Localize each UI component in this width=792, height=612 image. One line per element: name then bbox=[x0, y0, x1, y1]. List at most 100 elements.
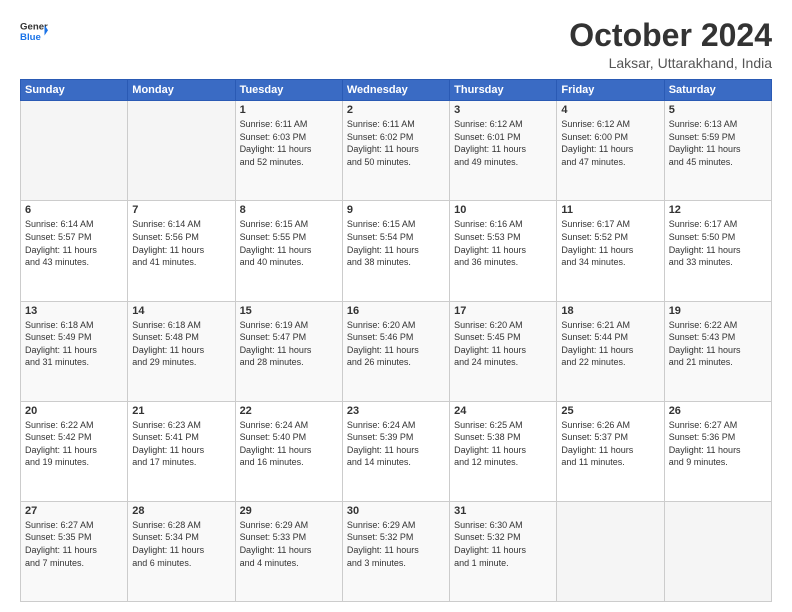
day-number: 3 bbox=[454, 104, 552, 116]
table-row: 15 Sunrise: 6:19 AM Sunset: 5:47 PM Dayli… bbox=[235, 301, 342, 401]
table-row: 20Sunrise: 6:22 AM Sunset: 5:42 PM Dayli… bbox=[21, 401, 128, 501]
svg-text:Blue: Blue bbox=[20, 32, 41, 43]
day-info: Sunrise: 6:16 AM Sunset: 5:53 PM Dayligh… bbox=[454, 218, 552, 268]
col-tuesday: Tuesday bbox=[235, 80, 342, 101]
table-row: 10 Sunrise: 6:16 AM Sunset: 5:53 PM Dayli… bbox=[450, 201, 557, 301]
day-number: 14 bbox=[132, 305, 230, 317]
table-row: 7Sunrise: 6:14 AM Sunset: 5:56 PM Daylig… bbox=[128, 201, 235, 301]
day-info: Sunrise: 6:12 AM Sunset: 6:00 PM Dayligh… bbox=[561, 118, 659, 168]
day-number: 28 bbox=[132, 505, 230, 517]
table-row: 9 Sunrise: 6:15 AM Sunset: 5:54 PM Daylig… bbox=[342, 201, 449, 301]
week-row-5: 27 Sunrise: 6:27 AM Sunset: 5:35 PM Dayli… bbox=[21, 501, 772, 601]
day-number: 27 bbox=[25, 505, 123, 517]
table-row: 8Sunrise: 6:15 AM Sunset: 5:55 PM Daylig… bbox=[235, 201, 342, 301]
col-sunday: Sunday bbox=[21, 80, 128, 101]
day-info: Sunrise: 6:29 AM Sunset: 5:33 PM Dayligh… bbox=[240, 519, 338, 569]
logo: General Blue bbox=[20, 18, 48, 46]
day-number: 22 bbox=[240, 405, 338, 417]
table-row: 22 Sunrise: 6:24 AM Sunset: 5:40 PM Dayli… bbox=[235, 401, 342, 501]
table-row: 18Sunrise: 6:21 AM Sunset: 5:44 PM Dayli… bbox=[557, 301, 664, 401]
day-info: Sunrise: 6:17 AM Sunset: 5:50 PM Dayligh… bbox=[669, 218, 767, 268]
day-info: Sunrise: 6:30 AM Sunset: 5:32 PM Dayligh… bbox=[454, 519, 552, 569]
day-info: Sunrise: 6:24 AM Sunset: 5:39 PM Dayligh… bbox=[347, 419, 445, 469]
week-row-4: 20Sunrise: 6:22 AM Sunset: 5:42 PM Dayli… bbox=[21, 401, 772, 501]
day-info: Sunrise: 6:23 AM Sunset: 5:41 PM Dayligh… bbox=[132, 419, 230, 469]
day-number: 25 bbox=[561, 405, 659, 417]
day-number: 9 bbox=[347, 204, 445, 216]
table-row: 3 Sunrise: 6:12 AM Sunset: 6:01 PM Daylig… bbox=[450, 101, 557, 201]
table-row: 4 Sunrise: 6:12 AM Sunset: 6:00 PM Daylig… bbox=[557, 101, 664, 201]
day-number: 17 bbox=[454, 305, 552, 317]
day-number: 11 bbox=[561, 204, 659, 216]
day-number: 31 bbox=[454, 505, 552, 517]
day-info: Sunrise: 6:21 AM Sunset: 5:44 PM Dayligh… bbox=[561, 319, 659, 369]
day-number: 12 bbox=[669, 204, 767, 216]
table-row: 12 Sunrise: 6:17 AM Sunset: 5:50 PM Dayli… bbox=[664, 201, 771, 301]
table-row: 14 Sunrise: 6:18 AM Sunset: 5:48 PM Dayli… bbox=[128, 301, 235, 401]
day-info: Sunrise: 6:22 AM Sunset: 5:43 PM Dayligh… bbox=[669, 319, 767, 369]
day-info: Sunrise: 6:11 AM Sunset: 6:02 PM Dayligh… bbox=[347, 118, 445, 168]
day-number: 21 bbox=[132, 405, 230, 417]
col-wednesday: Wednesday bbox=[342, 80, 449, 101]
day-info: Sunrise: 6:27 AM Sunset: 5:36 PM Dayligh… bbox=[669, 419, 767, 469]
day-info: Sunrise: 6:15 AM Sunset: 5:54 PM Dayligh… bbox=[347, 218, 445, 268]
table-row: 26 Sunrise: 6:27 AM Sunset: 5:36 PM Dayli… bbox=[664, 401, 771, 501]
day-number: 20 bbox=[25, 405, 123, 417]
svg-text:General: General bbox=[20, 21, 48, 32]
day-info: Sunrise: 6:19 AM Sunset: 5:47 PM Dayligh… bbox=[240, 319, 338, 369]
day-number: 19 bbox=[669, 305, 767, 317]
calendar-table: Sunday Monday Tuesday Wednesday Thursday… bbox=[20, 79, 772, 602]
table-row: 16 Sunrise: 6:20 AM Sunset: 5:46 PM Dayli… bbox=[342, 301, 449, 401]
table-row: 1Sunrise: 6:11 AM Sunset: 6:03 PM Daylig… bbox=[235, 101, 342, 201]
day-number: 6 bbox=[25, 204, 123, 216]
day-info: Sunrise: 6:24 AM Sunset: 5:40 PM Dayligh… bbox=[240, 419, 338, 469]
table-row: 17 Sunrise: 6:20 AM Sunset: 5:45 PM Dayli… bbox=[450, 301, 557, 401]
table-row: 29Sunrise: 6:29 AM Sunset: 5:33 PM Dayli… bbox=[235, 501, 342, 601]
table-row: 13 Sunrise: 6:18 AM Sunset: 5:49 PM Dayli… bbox=[21, 301, 128, 401]
subtitle: Laksar, Uttarakhand, India bbox=[569, 55, 772, 71]
day-info: Sunrise: 6:29 AM Sunset: 5:32 PM Dayligh… bbox=[347, 519, 445, 569]
day-info: Sunrise: 6:13 AM Sunset: 5:59 PM Dayligh… bbox=[669, 118, 767, 168]
calendar-header-row: Sunday Monday Tuesday Wednesday Thursday… bbox=[21, 80, 772, 101]
day-number: 23 bbox=[347, 405, 445, 417]
day-info: Sunrise: 6:27 AM Sunset: 5:35 PM Dayligh… bbox=[25, 519, 123, 569]
day-info: Sunrise: 6:18 AM Sunset: 5:48 PM Dayligh… bbox=[132, 319, 230, 369]
table-row: 25 Sunrise: 6:26 AM Sunset: 5:37 PM Dayli… bbox=[557, 401, 664, 501]
col-friday: Friday bbox=[557, 80, 664, 101]
day-info: Sunrise: 6:14 AM Sunset: 5:57 PM Dayligh… bbox=[25, 218, 123, 268]
day-number: 24 bbox=[454, 405, 552, 417]
table-row: 31 Sunrise: 6:30 AM Sunset: 5:32 PM Dayli… bbox=[450, 501, 557, 601]
table-row: 27 Sunrise: 6:27 AM Sunset: 5:35 PM Dayli… bbox=[21, 501, 128, 601]
table-row: 23 Sunrise: 6:24 AM Sunset: 5:39 PM Dayli… bbox=[342, 401, 449, 501]
day-number: 1 bbox=[240, 104, 338, 116]
day-number: 26 bbox=[669, 405, 767, 417]
table-row bbox=[128, 101, 235, 201]
table-row: 19 Sunrise: 6:22 AM Sunset: 5:43 PM Dayli… bbox=[664, 301, 771, 401]
day-number: 30 bbox=[347, 505, 445, 517]
day-number: 15 bbox=[240, 305, 338, 317]
table-row: 21 Sunrise: 6:23 AM Sunset: 5:41 PM Dayli… bbox=[128, 401, 235, 501]
day-info: Sunrise: 6:14 AM Sunset: 5:56 PM Dayligh… bbox=[132, 218, 230, 268]
main-title: October 2024 bbox=[569, 18, 772, 53]
day-info: Sunrise: 6:15 AM Sunset: 5:55 PM Dayligh… bbox=[240, 218, 338, 268]
day-info: Sunrise: 6:12 AM Sunset: 6:01 PM Dayligh… bbox=[454, 118, 552, 168]
table-row bbox=[21, 101, 128, 201]
day-info: Sunrise: 6:18 AM Sunset: 5:49 PM Dayligh… bbox=[25, 319, 123, 369]
day-number: 10 bbox=[454, 204, 552, 216]
day-number: 16 bbox=[347, 305, 445, 317]
day-info: Sunrise: 6:25 AM Sunset: 5:38 PM Dayligh… bbox=[454, 419, 552, 469]
day-info: Sunrise: 6:20 AM Sunset: 5:46 PM Dayligh… bbox=[347, 319, 445, 369]
week-row-2: 6 Sunrise: 6:14 AM Sunset: 5:57 PM Daylig… bbox=[21, 201, 772, 301]
day-number: 13 bbox=[25, 305, 123, 317]
day-info: Sunrise: 6:26 AM Sunset: 5:37 PM Dayligh… bbox=[561, 419, 659, 469]
page: General Blue October 2024 Laksar, Uttara… bbox=[0, 0, 792, 612]
table-row: 11 Sunrise: 6:17 AM Sunset: 5:52 PM Dayli… bbox=[557, 201, 664, 301]
week-row-3: 13 Sunrise: 6:18 AM Sunset: 5:49 PM Dayli… bbox=[21, 301, 772, 401]
day-number: 4 bbox=[561, 104, 659, 116]
day-info: Sunrise: 6:20 AM Sunset: 5:45 PM Dayligh… bbox=[454, 319, 552, 369]
day-info: Sunrise: 6:17 AM Sunset: 5:52 PM Dayligh… bbox=[561, 218, 659, 268]
table-row: 6 Sunrise: 6:14 AM Sunset: 5:57 PM Daylig… bbox=[21, 201, 128, 301]
table-row: 2Sunrise: 6:11 AM Sunset: 6:02 PM Daylig… bbox=[342, 101, 449, 201]
table-row: 28Sunrise: 6:28 AM Sunset: 5:34 PM Dayli… bbox=[128, 501, 235, 601]
table-row bbox=[557, 501, 664, 601]
